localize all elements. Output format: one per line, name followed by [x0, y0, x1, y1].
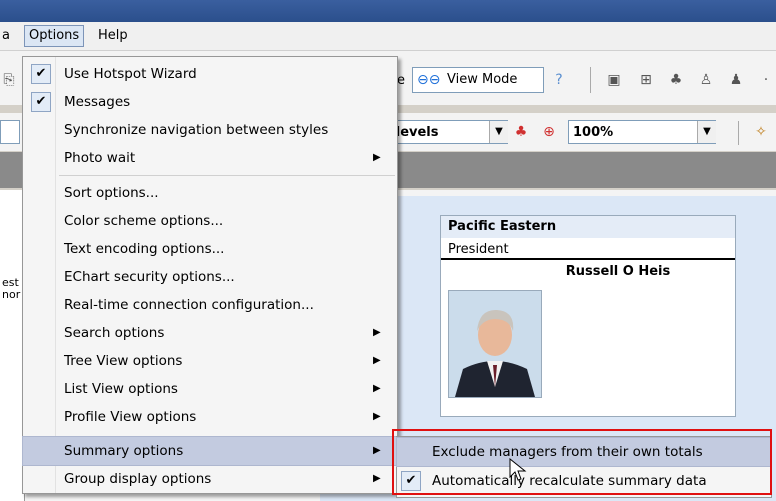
check-icon: ✔	[31, 92, 51, 112]
submenu-arrow-icon: ▶	[373, 383, 381, 394]
menu-item-group-display-options[interactable]: Group display options ▶	[23, 465, 397, 493]
help-cursor-icon[interactable]: ?	[550, 71, 568, 89]
toolbar-partial-icon[interactable]: ⎘	[0, 71, 18, 89]
menu-item-tree-view-options[interactable]: Tree View options ▶	[23, 347, 397, 375]
expand-box-icon[interactable]: ⊞	[637, 71, 655, 89]
menu-item-list-view-options[interactable]: List View options ▶	[23, 375, 397, 403]
menu-item-text-encoding[interactable]: Text encoding options...	[23, 235, 397, 263]
photo-icon[interactable]: ▣	[605, 71, 623, 89]
menu-item-color-scheme[interactable]: Color scheme options...	[23, 207, 397, 235]
options-menu: ✔ Use Hotspot Wizard ✔ Messages Synchron…	[22, 56, 398, 494]
check-icon: ✔	[31, 64, 51, 84]
annotation-highlight-box	[392, 429, 772, 495]
menu-item-search-options[interactable]: Search options ▶	[23, 319, 397, 347]
tree-icon[interactable]: ♣	[512, 123, 530, 141]
zoom-combo-value: 100%	[573, 125, 614, 140]
submenu-arrow-icon: ▶	[373, 327, 381, 338]
zoom-in-icon[interactable]: ⊕	[540, 123, 558, 141]
chevron-down-icon[interactable]: ▼	[489, 121, 508, 143]
person-icon[interactable]: ♙	[697, 71, 715, 89]
card-title: President	[441, 240, 735, 260]
submenu-arrow-icon: ▶	[373, 473, 381, 484]
submenu-arrow-icon: ▶	[373, 355, 381, 366]
left-combo-partial[interactable]	[0, 120, 20, 144]
menubar: a Options Help	[0, 22, 776, 51]
menu-help[interactable]: Help	[94, 26, 132, 46]
levels-combo[interactable]: t levels ▼	[380, 120, 508, 144]
card-name: Russell O Heis	[565, 264, 671, 279]
left-pane-text-2: nor	[2, 288, 21, 301]
menu-item-profile-view-options[interactable]: Profile View options ▶	[23, 403, 397, 431]
menu-item-use-hotspot-wizard[interactable]: ✔ Use Hotspot Wizard	[23, 60, 397, 88]
submenu-arrow-icon: ▶	[373, 152, 381, 163]
mouse-cursor-icon	[509, 458, 527, 481]
menu-item-echart-security[interactable]: EChart security options...	[23, 263, 397, 291]
menu-partial[interactable]: a	[0, 26, 14, 46]
submenu-arrow-icon: ▶	[373, 411, 381, 422]
magic-wand-icon[interactable]: ✧	[752, 123, 770, 141]
chevron-down-icon[interactable]: ▼	[697, 121, 716, 143]
window-titlebar	[0, 0, 776, 22]
submenu-arrow-icon: ▶	[373, 445, 381, 456]
zoom-combo[interactable]: 100% ▼	[568, 120, 716, 144]
presenter-icon[interactable]: ♟	[727, 71, 745, 89]
toolbar-partial-label: e	[397, 73, 405, 88]
more-icon[interactable]: ·	[757, 71, 775, 89]
menu-item-summary-options[interactable]: Summary options ▶	[22, 436, 398, 466]
menu-item-realtime-connection[interactable]: Real-time connection configuration...	[23, 291, 397, 319]
view-mode-button[interactable]: ⊖⊖ View Mode	[412, 67, 544, 93]
card-org: Pacific Eastern	[441, 216, 735, 238]
menu-item-messages[interactable]: ✔ Messages	[23, 88, 397, 116]
employee-photo	[448, 290, 542, 398]
menu-item-synchronize-navigation[interactable]: Synchronize navigation between styles	[23, 116, 397, 144]
glasses-icon: ⊖⊖	[417, 72, 441, 88]
view-mode-label: View Mode	[447, 72, 518, 87]
menu-options[interactable]: Options	[24, 25, 85, 47]
menu-item-photo-wait[interactable]: Photo wait ▶	[23, 144, 397, 172]
menu-item-sort-options[interactable]: Sort options...	[23, 179, 397, 207]
menu-separator	[59, 175, 395, 176]
org-chart-icon[interactable]: ♣	[667, 71, 685, 89]
